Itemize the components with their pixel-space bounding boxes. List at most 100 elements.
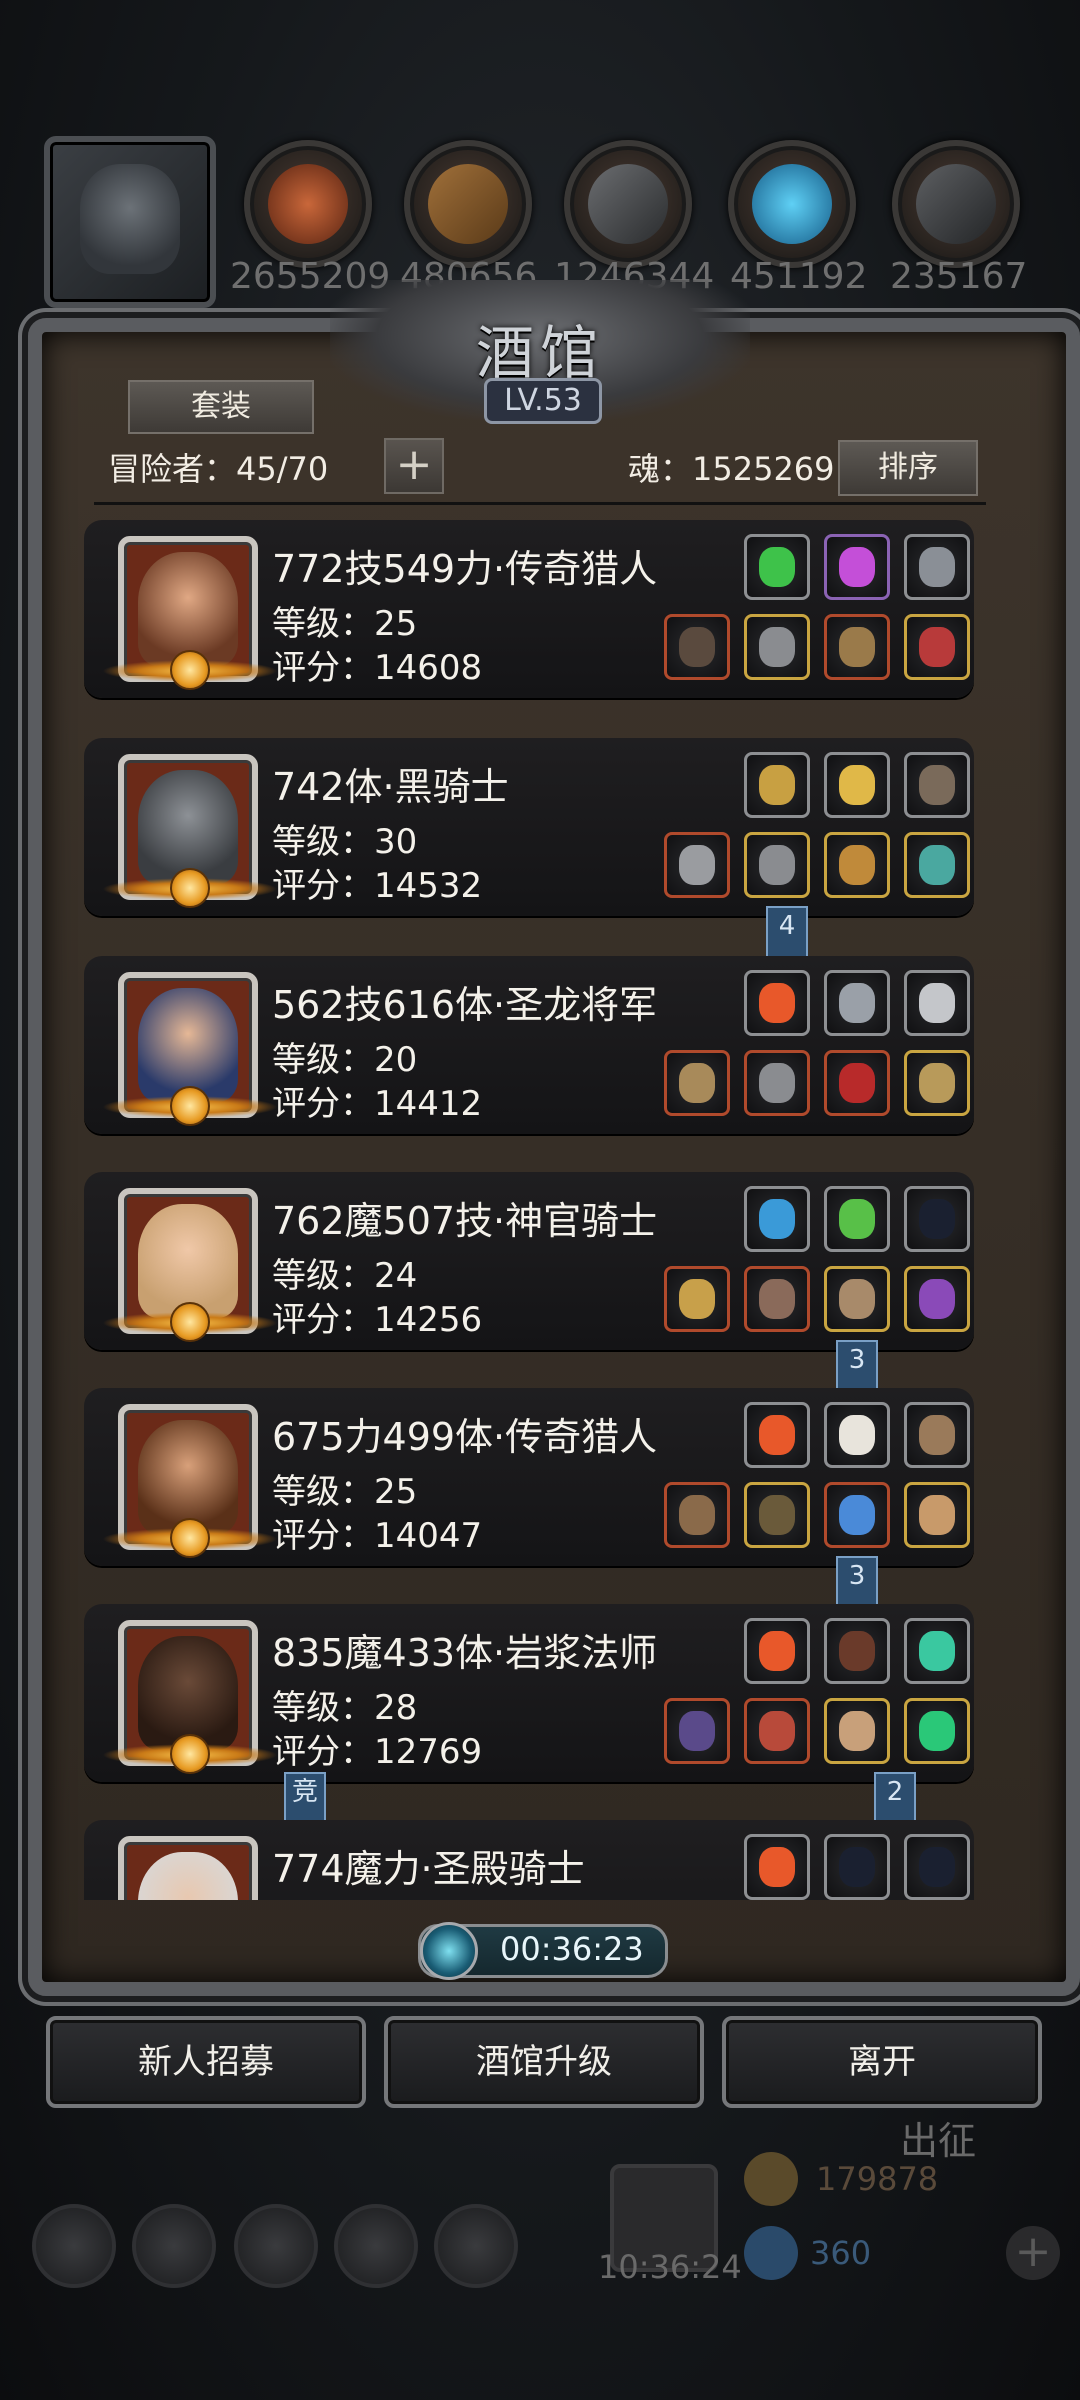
clock-icon [420, 1922, 478, 1980]
hero-list[interactable]: 772技549力·传奇猎人 等级：25 评分：14608 742体·黑骑士 等级… [84, 520, 974, 1900]
jade-icon[interactable] [904, 1618, 970, 1684]
rank-star-icon [170, 1518, 210, 1558]
dagger-icon[interactable] [904, 752, 970, 818]
crystal-amount: 451192 [730, 256, 868, 297]
leather-armor-icon[interactable] [744, 1482, 810, 1548]
bracer-icon[interactable] [904, 1482, 970, 1548]
hero-portrait [118, 1836, 258, 1900]
hero-portrait [102, 536, 278, 690]
settings-icon [32, 2204, 116, 2288]
purple-gem-icon[interactable] [824, 534, 890, 600]
sun-charm-icon[interactable] [824, 832, 890, 898]
red-armor-icon[interactable] [744, 1698, 810, 1764]
hero-name: 762魔507技·神官骑士 [272, 1199, 658, 1243]
recruit-button[interactable]: 新人招募 [46, 2016, 366, 2108]
adventurer-count: 冒险者：45/70 [108, 450, 329, 488]
greatsword-icon[interactable] [664, 832, 730, 898]
rank-star-icon [170, 1734, 210, 1774]
armor-icon[interactable] [744, 614, 810, 680]
stack-count-tag: 3 [836, 1556, 878, 1610]
empty-slot-icon[interactable] [904, 1834, 970, 1900]
hero-score: 评分：14047 [272, 1516, 483, 1556]
rank-star-icon [170, 1302, 210, 1342]
hero-portrait [102, 972, 278, 1126]
star-charm-icon[interactable] [904, 970, 970, 1036]
hero-level: 等级：25 [272, 1472, 418, 1512]
lantern-icon[interactable] [824, 752, 890, 818]
ruby-ring-icon[interactable] [824, 1050, 890, 1116]
helmet-icon[interactable] [744, 1050, 810, 1116]
hero-name: 772技549力·传奇猎人 [272, 547, 658, 591]
staff-icon[interactable] [664, 1698, 730, 1764]
stone-icon[interactable] [892, 140, 1020, 268]
glove-icon[interactable] [824, 1698, 890, 1764]
claw-icon[interactable] [904, 1402, 970, 1468]
tavern-level-badge: LV.53 [484, 378, 602, 424]
hero-card[interactable]: 772技549力·传奇猎人 等级：25 评分：14608 [84, 520, 974, 698]
chest-armor-icon[interactable] [744, 832, 810, 898]
soul-count: 魂：1525269 [628, 450, 835, 488]
wood-icon[interactable] [404, 140, 532, 268]
amulet-icon[interactable] [904, 614, 970, 680]
hero-level: 等级：20 [272, 1040, 418, 1080]
add-slot-button[interactable]: + [384, 438, 444, 494]
hero-card[interactable]: 762魔507技·神官骑士 等级：24 评分：14256 [84, 1172, 974, 1350]
green-potion-icon[interactable] [744, 534, 810, 600]
empty-slot-icon[interactable] [904, 1186, 970, 1252]
gauntlet-icon[interactable] [904, 1050, 970, 1116]
blue-orb-icon[interactable] [744, 1186, 810, 1252]
beads-icon[interactable] [824, 1618, 890, 1684]
lantern-icon[interactable] [824, 1186, 890, 1252]
hero-level: 等级：28 [272, 1688, 418, 1728]
stack-count-tag: 4 [766, 906, 808, 960]
fire-orb-icon[interactable] [744, 1834, 810, 1900]
hero-score: 评分：14532 [272, 866, 483, 906]
hero-score: 评分：14412 [272, 1084, 483, 1124]
stack-count-tag: 3 [836, 1340, 878, 1394]
leave-button[interactable]: 离开 [722, 2016, 1042, 2108]
robe-icon[interactable] [744, 1266, 810, 1332]
rank-star-icon [170, 868, 210, 908]
fire-orb-icon[interactable] [744, 1402, 810, 1468]
hero-portrait [102, 1404, 278, 1558]
rifle-icon[interactable] [664, 1482, 730, 1548]
mail-icon [334, 2204, 418, 2288]
empty-slot-icon[interactable] [824, 1834, 890, 1900]
meat-icon[interactable] [244, 140, 372, 268]
rune-icon[interactable] [904, 534, 970, 600]
fire-orb-icon[interactable] [744, 1618, 810, 1684]
hero-name: 835魔433体·岩浆法师 [272, 1631, 658, 1675]
fire-orb-icon[interactable] [744, 970, 810, 1036]
spear-icon[interactable] [664, 1050, 730, 1116]
hero-card[interactable]: 835魔433体·岩浆法师 等级：28 评分：12769 [84, 1604, 974, 1782]
hero-card[interactable]: 562技616体·圣龙将军 等级：20 评分：14412 [84, 956, 974, 1134]
rank-star-icon [170, 650, 210, 690]
hero-card[interactable]: 742体·黑骑士 等级：30 评分：14532 [84, 738, 974, 916]
pearl-icon[interactable] [824, 1402, 890, 1468]
eye-charm-icon[interactable] [904, 1266, 970, 1332]
dragon-portrait [80, 164, 180, 274]
stack-count-tag: 2 [874, 1772, 916, 1826]
upgrade-tavern-button[interactable]: 酒馆升级 [384, 2016, 704, 2108]
emerald-icon[interactable] [904, 1698, 970, 1764]
hero-name: 675力499体·传奇猎人 [272, 1415, 658, 1459]
necklace-icon[interactable] [904, 832, 970, 898]
sort-button[interactable]: 排序 [838, 440, 978, 496]
iron-icon[interactable] [564, 140, 692, 268]
hero-score: 评分：14608 [272, 648, 483, 688]
gem-amount: 360 [810, 2234, 872, 2272]
blue-boots-icon[interactable] [824, 1482, 890, 1548]
hammer-icon[interactable] [664, 1266, 730, 1332]
hero-score: 评分：14256 [272, 1300, 483, 1340]
crystal-icon[interactable] [728, 140, 856, 268]
rifle-icon[interactable] [664, 614, 730, 680]
set-button[interactable]: 套装 [128, 380, 314, 434]
hero-card[interactable]: 774魔力·圣殿骑士 [84, 1820, 974, 1900]
hero-card[interactable]: 675力499体·传奇猎人 等级：25 评分：14047 [84, 1388, 974, 1566]
skull-icon[interactable] [824, 1266, 890, 1332]
blade-icon[interactable] [824, 970, 890, 1036]
gold-trinket-icon[interactable] [744, 752, 810, 818]
gem-icon [744, 2226, 798, 2280]
shield-icon[interactable] [824, 614, 890, 680]
player-avatar[interactable] [44, 136, 216, 308]
